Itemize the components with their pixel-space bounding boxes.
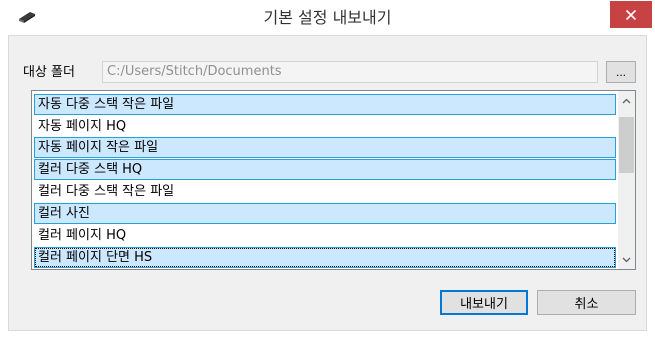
list-scrollbar[interactable] bbox=[618, 91, 635, 269]
list-item[interactable]: 컬러 페이지 HQ bbox=[34, 225, 616, 246]
window-title: 기본 설정 내보내기 bbox=[263, 8, 392, 27]
preferences-listbox[interactable]: 자동 다중 스택 작은 파일 자동 페이지 HQ 자동 페이지 작은 파일 컬러… bbox=[31, 90, 636, 270]
list-item[interactable]: 자동 페이지 작은 파일 bbox=[34, 137, 616, 158]
chevron-down-icon bbox=[622, 257, 631, 262]
cancel-button[interactable]: 취소 bbox=[537, 290, 636, 315]
chevron-up-icon bbox=[622, 98, 631, 103]
export-button[interactable]: 내보내기 bbox=[440, 290, 528, 315]
list-item[interactable]: 자동 다중 스택 작은 파일 bbox=[34, 94, 616, 115]
scroll-up-button[interactable] bbox=[618, 92, 635, 109]
title-bar[interactable]: 기본 설정 내보내기 bbox=[0, 0, 655, 34]
browse-button[interactable]: ... bbox=[606, 61, 636, 83]
close-icon bbox=[625, 9, 637, 20]
list-item[interactable]: 컬러 사진 bbox=[34, 203, 616, 224]
export-preferences-dialog: 기본 설정 내보내기 대상 폴더 C:/Users/Stitch/Documen… bbox=[0, 0, 655, 339]
list-item[interactable]: 자동 페이지 HQ bbox=[34, 116, 616, 137]
list-item[interactable]: 컬러 다중 스택 HQ bbox=[34, 159, 616, 180]
close-button[interactable] bbox=[610, 1, 652, 28]
target-folder-path: C:/Users/Stitch/Documents bbox=[102, 61, 598, 83]
scroll-thumb[interactable] bbox=[619, 117, 634, 173]
scroll-down-button[interactable] bbox=[618, 251, 635, 268]
list-item[interactable]: 컬러 페이지 단면 HS bbox=[34, 247, 616, 268]
target-folder-label: 대상 폴더 bbox=[23, 65, 75, 80]
list-item[interactable]: 컬러 다중 스택 작은 파일 bbox=[34, 181, 616, 202]
